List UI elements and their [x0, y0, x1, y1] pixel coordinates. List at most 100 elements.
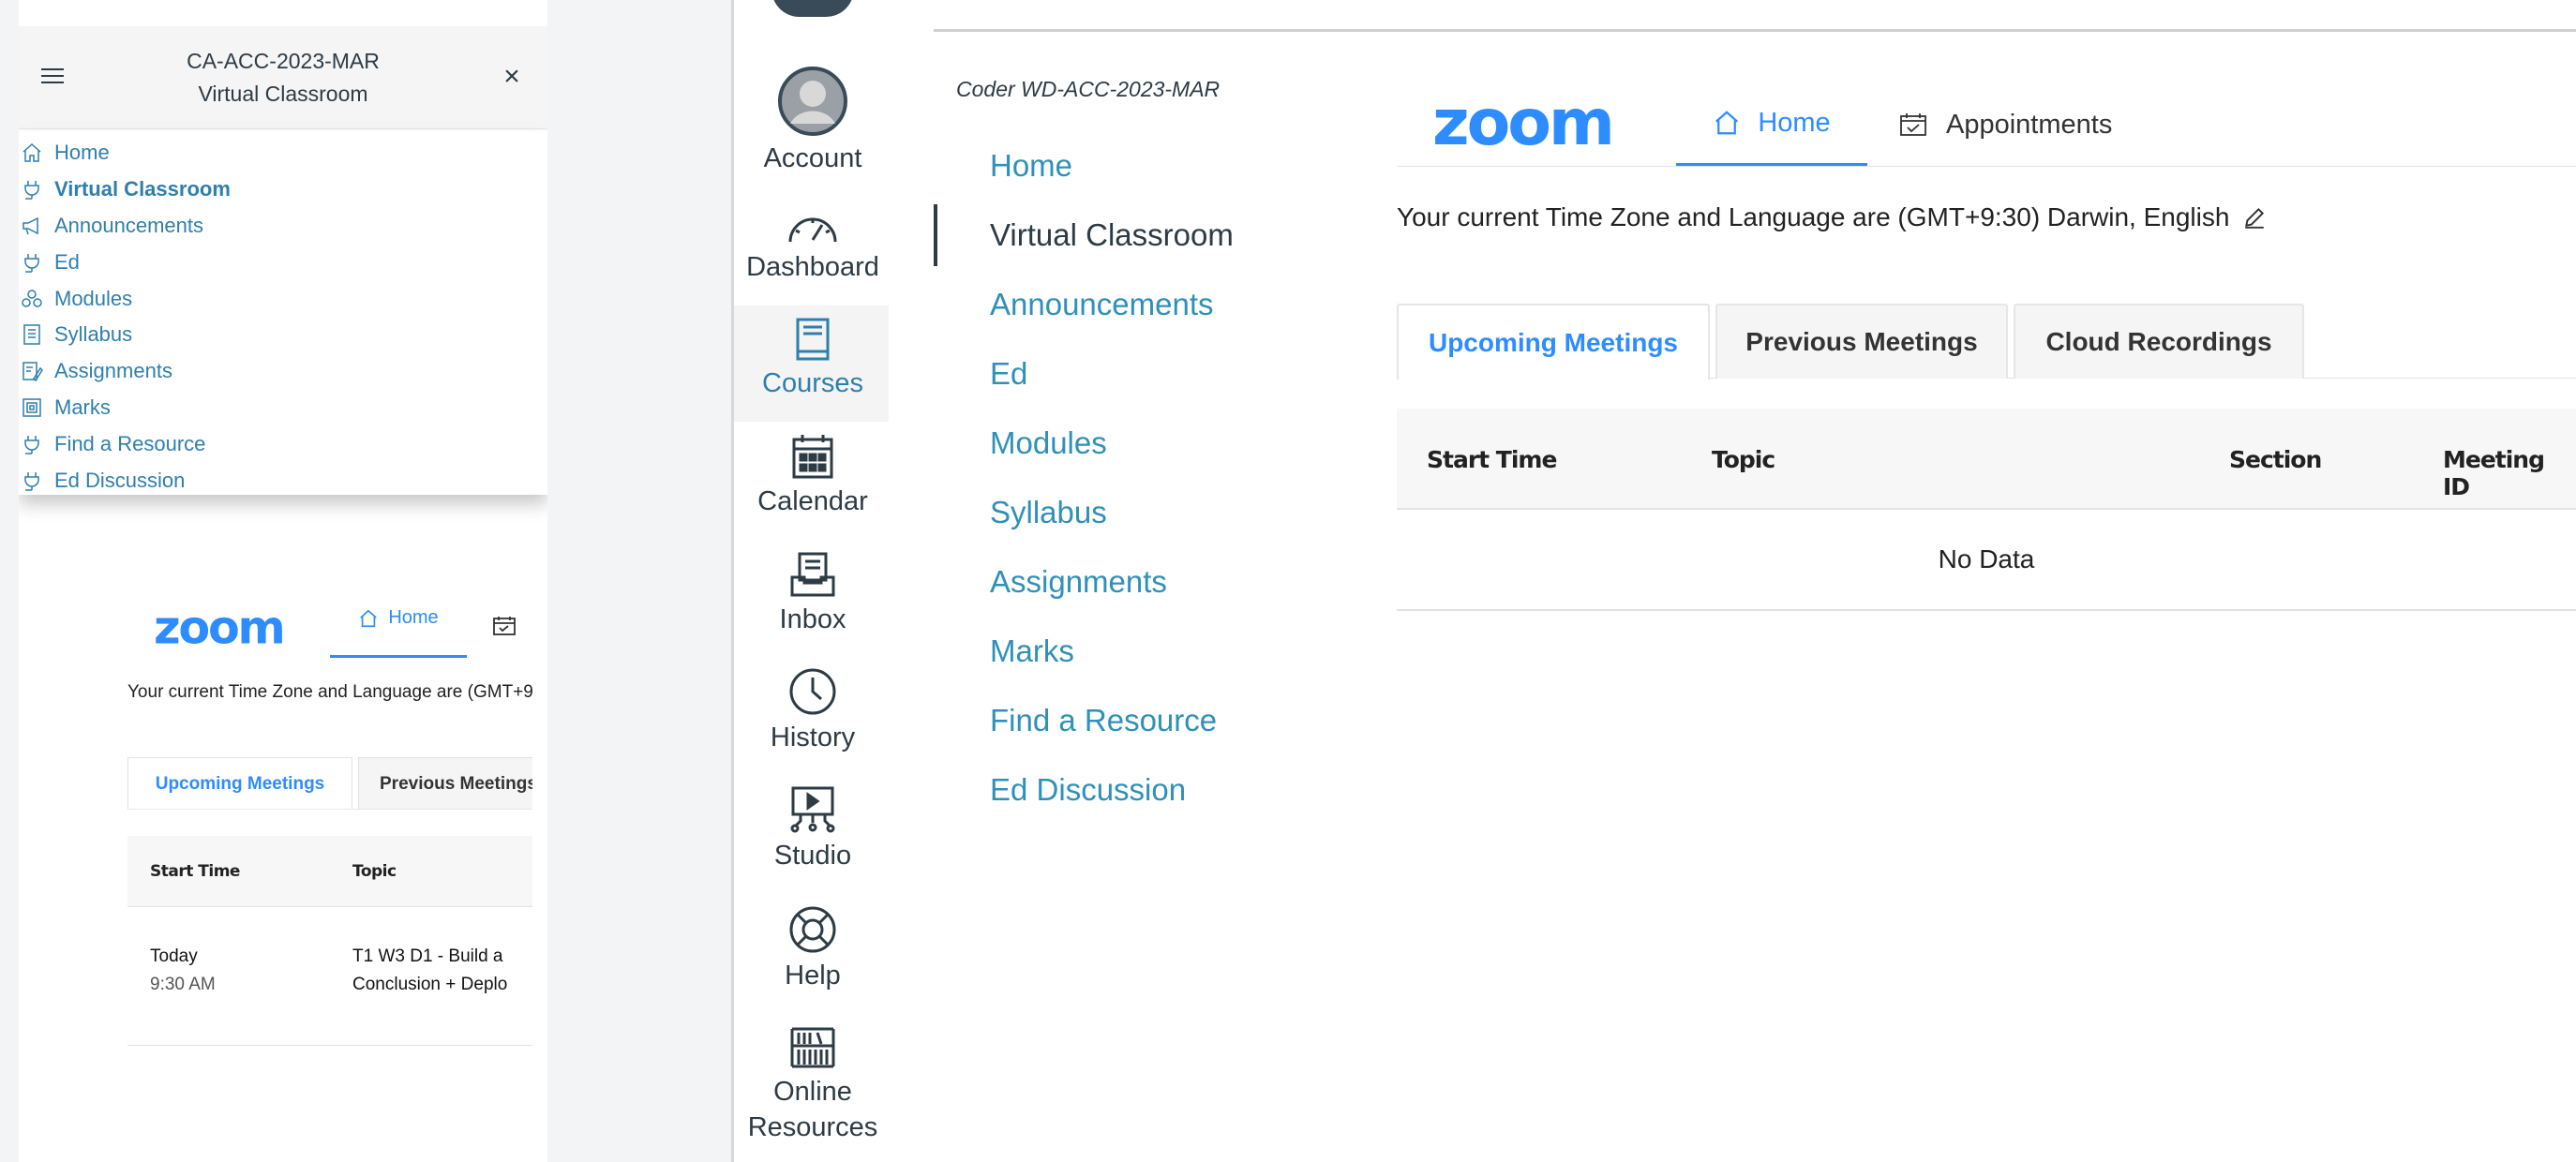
meeting-time: 9:30 AM — [150, 975, 216, 994]
course-nav-find-a-resource[interactable]: Find a Resource — [934, 686, 1327, 755]
mobile-header-title: CA-ACC-2023-MAR Virtual Classroom — [103, 45, 463, 111]
global-nav-courses[interactable]: Courses — [734, 305, 891, 422]
course-nav-ed[interactable]: Ed — [934, 339, 1327, 409]
tab-previous-meetings[interactable]: Previous Meetings — [1715, 304, 2008, 379]
account-avatar-icon — [778, 67, 847, 136]
home-icon — [360, 609, 378, 627]
appointments-calendar-icon — [1900, 113, 1926, 136]
global-nav-label: Courses — [762, 368, 863, 398]
global-nav-history[interactable]: History — [734, 667, 891, 755]
zoom-appointments-tab[interactable]: Appointments — [1899, 82, 2112, 167]
mobile-menu-item-virtual-classroom[interactable]: Virtual Classroom — [19, 171, 547, 208]
global-nav-online-resources[interactable]: Online Resources — [734, 1025, 891, 1145]
syllabus-icon — [21, 323, 49, 346]
hamburger-menu-icon[interactable] — [41, 64, 73, 90]
mobile-zoom-meeting-tabs: Upcoming Meetings Previous Meetings — [127, 757, 532, 810]
mobile-menu-item-find-a-resource[interactable]: Find a Resource — [19, 425, 547, 462]
svg-text:zoom: zoom — [154, 603, 284, 654]
mobile-menu-label: Announcements — [54, 213, 203, 237]
mobile-menu-item-assignments[interactable]: Assignments — [19, 353, 547, 390]
meeting-topic[interactable]: T1 W3 D1 - Build a Conclusion + Deplo — [352, 943, 507, 999]
marks-icon — [21, 396, 49, 419]
course-code-label: Coder WD-ACC-2023-MAR — [956, 77, 1221, 101]
course-nav-home[interactable]: Home — [934, 131, 1327, 201]
meeting-topic-line1: T1 W3 D1 - Build a — [352, 946, 503, 966]
mobile-menu-item-marks[interactable]: Marks — [19, 390, 547, 426]
home-icon — [21, 142, 49, 164]
course-nav-modules[interactable]: Modules — [934, 409, 1327, 478]
tab-upcoming-meetings[interactable]: Upcoming Meetings — [1397, 304, 1710, 380]
global-nav-label: Calendar — [757, 486, 868, 516]
column-header-topic: Topic — [1712, 446, 1775, 473]
meeting-day: Today — [150, 946, 198, 966]
zoom-logo: zoom — [1432, 94, 1615, 152]
main-content: Coder WD-ACC-2023-MAR Home Virtual Class… — [889, 0, 2576, 1162]
global-nav-dashboard[interactable]: Dashboard — [734, 208, 891, 285]
column-header-meeting-id: Meeting ID — [2443, 446, 2545, 500]
mobile-zoom-home-tab[interactable]: Home — [330, 581, 467, 658]
empty-state-message: No Data — [1397, 510, 2576, 611]
edit-pencil-icon[interactable] — [2242, 205, 2267, 230]
global-nav-label: Inbox — [779, 604, 846, 634]
courses-icon — [796, 318, 830, 361]
screen: CA-ACC-2023-MAR Virtual Classroom × Home… — [0, 0, 2576, 1162]
column-header-topic: Topic — [352, 862, 397, 881]
course-nav-syllabus[interactable]: Syllabus — [934, 478, 1327, 547]
mobile-tab-upcoming-meetings[interactable]: Upcoming Meetings — [127, 757, 352, 809]
mobile-menu-label: Modules — [54, 286, 133, 310]
global-nav-help[interactable]: Help — [734, 905, 891, 993]
global-nav-account[interactable]: Account — [734, 66, 891, 176]
mobile-table-header: Start Time Topic — [127, 836, 532, 907]
mobile-zoom-timezone-text: Your current Time Zone and Language are … — [127, 682, 532, 702]
course-nav-assignments[interactable]: Assignments — [934, 547, 1327, 617]
global-nav-label-line2: Resources — [747, 1112, 878, 1142]
course-nav-announcements[interactable]: Announcements — [934, 270, 1327, 339]
megaphone-icon — [21, 215, 49, 237]
header-divider — [934, 29, 2576, 32]
course-nav-ed-discussion[interactable]: Ed Discussion — [934, 755, 1327, 825]
mobile-view-panel: CA-ACC-2023-MAR Virtual Classroom × Home… — [19, 0, 547, 1162]
zoom-logo: zoom — [154, 603, 286, 654]
course-navigation: Home Virtual Classroom Announcements Ed … — [934, 131, 1327, 825]
institution-logo[interactable] — [771, 0, 854, 17]
tab-cloud-recordings[interactable]: Cloud Recordings — [2014, 304, 2304, 379]
mobile-menu-label: Marks — [54, 395, 111, 419]
online-resources-icon — [790, 1027, 835, 1068]
mobile-menu-item-ed[interactable]: Ed — [19, 244, 547, 280]
global-nav-label: Studio — [773, 841, 852, 871]
global-nav-studio[interactable]: Studio — [734, 785, 891, 873]
global-nav-label: History — [770, 723, 856, 752]
close-icon[interactable]: × — [495, 60, 529, 94]
zoom-home-tab[interactable]: Home — [1676, 82, 1867, 167]
mobile-page-name: Virtual Classroom — [198, 82, 368, 106]
help-icon — [789, 906, 836, 953]
dashboard-icon — [788, 217, 837, 243]
mobile-menu-item-syllabus[interactable]: Syllabus — [19, 317, 547, 353]
assignments-icon — [21, 360, 49, 382]
mobile-course-code: CA-ACC-2023-MAR — [187, 49, 380, 73]
global-nav-label: Dashboard — [746, 252, 879, 282]
mobile-menu-label: Find a Resource — [54, 431, 206, 455]
mobile-menu-item-modules[interactable]: Modules — [19, 280, 547, 317]
meeting-start-time: Today 9:30 AM — [150, 943, 216, 999]
global-nav-calendar[interactable]: Calendar — [734, 433, 891, 519]
zoom-home-label: Home — [1758, 107, 1831, 138]
history-icon — [789, 668, 836, 715]
plug-icon — [21, 469, 49, 492]
appointments-calendar-icon[interactable] — [491, 615, 519, 637]
mobile-menu-item-announcements[interactable]: Announcements — [19, 208, 547, 245]
mobile-tab-previous-meetings[interactable]: Previous Meetings — [358, 757, 532, 809]
home-icon — [1715, 111, 1739, 135]
modules-icon — [21, 288, 49, 310]
global-nav-inbox[interactable]: Inbox — [734, 551, 891, 637]
column-header-start-time: Start Time — [1427, 446, 1557, 473]
zoom-meeting-tabs: Upcoming Meetings Previous Meetings Clou… — [1397, 304, 2576, 380]
table-row[interactable]: Today 9:30 AM T1 W3 D1 - Build a Conclus… — [127, 907, 532, 1046]
course-nav-virtual-classroom[interactable]: Virtual Classroom — [934, 201, 1327, 270]
mobile-menu-item-ed-discussion[interactable]: Ed Discussion — [19, 462, 547, 499]
zoom-timezone-text: Your current Time Zone and Language are … — [1397, 202, 2230, 231]
course-nav-marks[interactable]: Marks — [934, 617, 1327, 686]
mobile-menu-label: Home — [54, 141, 110, 165]
mobile-menu-item-home[interactable]: Home — [19, 135, 547, 171]
zoom-timezone-row: Your current Time Zone and Language are … — [1397, 202, 2267, 232]
